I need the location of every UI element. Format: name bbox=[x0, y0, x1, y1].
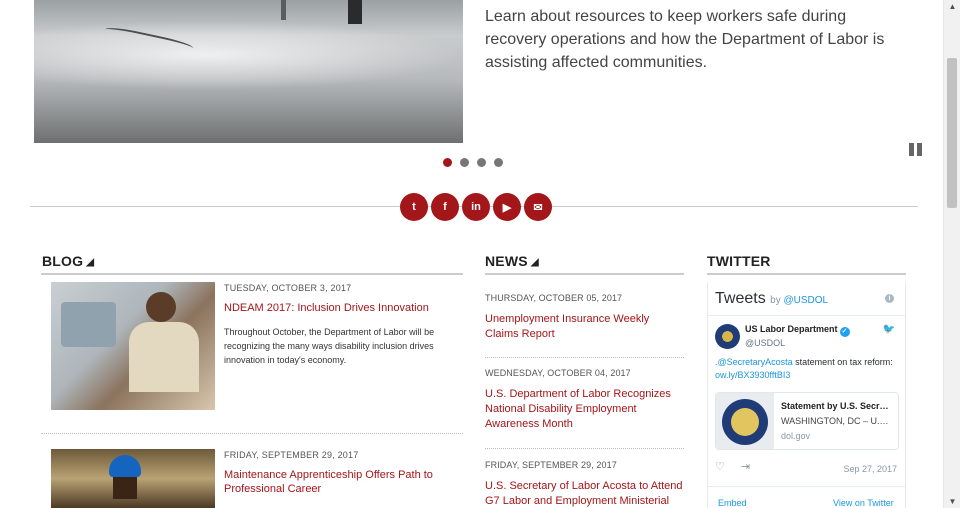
social-share-bar: t f in ▶ ✉ bbox=[400, 193, 552, 221]
blog-post-date: FRIDAY, SEPTEMBER 29, 2017 bbox=[224, 450, 359, 460]
facebook-icon[interactable]: f bbox=[431, 193, 459, 221]
hero-post bbox=[348, 0, 362, 24]
twitter-rule bbox=[707, 273, 906, 275]
share-icon[interactable]: ⇥ bbox=[741, 461, 750, 473]
tweet-author-name-text: US Labor Department bbox=[745, 324, 838, 334]
news-separator bbox=[485, 357, 684, 358]
blog-heading-label: BLOG bbox=[42, 253, 84, 269]
blog-post: TUESDAY, OCTOBER 3, 2017 NDEAM 2017: Inc… bbox=[51, 282, 463, 422]
card-title: Statement by U.S. Secr… bbox=[781, 401, 889, 411]
blog-rule bbox=[41, 273, 463, 275]
blog-heading[interactable]: BLOG ◢ bbox=[42, 253, 94, 269]
blog-post: FRIDAY, SEPTEMBER 29, 2017 Maintenance A… bbox=[51, 449, 463, 508]
card-subtitle: WASHINGTON, DC – U.… bbox=[781, 416, 889, 426]
news-date: THURSDAY, OCTOBER 05, 2017 bbox=[485, 293, 623, 303]
view-on-twitter-link[interactable]: View on Twitter bbox=[833, 498, 894, 508]
news-title[interactable]: U.S. Secretary of Labor Acosta to Attend… bbox=[485, 479, 684, 508]
scroll-down-icon[interactable]: ▼ bbox=[944, 497, 960, 506]
blog-post-title[interactable]: Maintenance Apprenticeship Offers Path t… bbox=[224, 468, 454, 496]
tweet-mention[interactable]: .@SecretaryAcosta bbox=[715, 357, 793, 367]
tweet-author-name[interactable]: US Labor Department ✓ bbox=[745, 324, 850, 337]
blog-post-image[interactable] bbox=[51, 282, 215, 410]
twitter-by-handle[interactable]: @USDOL bbox=[783, 295, 828, 306]
linkedin-icon[interactable]: in bbox=[462, 193, 490, 221]
dol-seal-image bbox=[716, 393, 774, 449]
youtube-icon[interactable]: ▶ bbox=[493, 193, 521, 221]
twitter-bird-icon[interactable]: 🐦 bbox=[883, 324, 895, 335]
person-head-shape bbox=[146, 292, 176, 322]
email-icon[interactable]: ✉ bbox=[524, 193, 552, 221]
page-scrollbar[interactable]: ▲ ▼ bbox=[943, 0, 960, 508]
hero-post bbox=[281, 0, 286, 20]
blog-post-date: TUESDAY, OCTOBER 3, 2017 bbox=[224, 283, 352, 293]
carousel-dot-1[interactable] bbox=[443, 158, 452, 167]
tweet-body: statement on tax reform: bbox=[792, 357, 893, 367]
news-item: THURSDAY, OCTOBER 05, 2017 Unemployment … bbox=[485, 293, 684, 342]
hero-description: Learn about resources to keep workers sa… bbox=[485, 8, 885, 71]
news-title[interactable]: Unemployment Insurance Weekly Claims Rep… bbox=[485, 312, 684, 342]
carousel-dot-4[interactable] bbox=[494, 158, 503, 167]
carousel-dot-2[interactable] bbox=[460, 158, 469, 167]
twitter-by-text: by bbox=[770, 295, 781, 306]
pause-icon bbox=[909, 143, 914, 156]
hardhat-shape bbox=[109, 455, 141, 477]
news-heading-label: NEWS bbox=[485, 253, 528, 269]
news-date: WEDNESDAY, OCTOBER 04, 2017 bbox=[485, 368, 631, 378]
blog-post-title[interactable]: NDEAM 2017: Inclusion Drives Innovation bbox=[224, 301, 454, 315]
scrollbar-thumb[interactable] bbox=[947, 58, 957, 208]
tweet-text: .@SecretaryAcosta statement on tax refor… bbox=[715, 356, 905, 382]
avatar[interactable] bbox=[715, 324, 740, 349]
twitter-footer-rule bbox=[708, 486, 905, 487]
person-head-shape bbox=[113, 477, 137, 499]
news-separator bbox=[485, 448, 684, 449]
carousel-pause-button[interactable] bbox=[909, 143, 923, 156]
twitter-widget-header: Tweets by @USDOL bbox=[715, 290, 828, 308]
person-shape bbox=[129, 322, 199, 392]
blog-post-excerpt: Throughout October, the Department of La… bbox=[224, 327, 435, 365]
news-date: FRIDAY, SEPTEMBER 29, 2017 bbox=[485, 460, 617, 470]
carousel-dots bbox=[443, 158, 503, 167]
blog-post-image[interactable] bbox=[51, 449, 215, 508]
twitter-by-label: by @USDOL bbox=[770, 295, 828, 306]
news-item: FRIDAY, SEPTEMBER 29, 2017 U.S. Secretar… bbox=[485, 460, 684, 508]
rss-icon[interactable]: ◢ bbox=[531, 257, 539, 268]
news-rule bbox=[485, 273, 684, 275]
twitter-heading: TWITTER bbox=[707, 253, 771, 269]
tweet-date[interactable]: Sep 27, 2017 bbox=[843, 464, 897, 474]
hero-image[interactable] bbox=[34, 0, 463, 143]
info-icon[interactable]: i bbox=[885, 294, 894, 303]
verified-icon: ✓ bbox=[839, 327, 850, 337]
pause-icon bbox=[917, 143, 922, 156]
scroll-up-icon[interactable]: ▲ bbox=[944, 2, 960, 11]
tweet-link-card[interactable]: Statement by U.S. Secr… WASHINGTON, DC –… bbox=[715, 392, 899, 450]
hero-mist bbox=[34, 20, 463, 90]
card-domain: dol.gov bbox=[781, 431, 811, 441]
tweet-author-handle[interactable]: @USDOL bbox=[745, 338, 785, 348]
rss-icon[interactable]: ◢ bbox=[86, 257, 94, 268]
twitter-header-rule bbox=[708, 315, 905, 316]
blog-separator bbox=[41, 433, 463, 434]
news-item: WEDNESDAY, OCTOBER 04, 2017 U.S. Departm… bbox=[485, 368, 684, 432]
heart-icon[interactable]: ♡ bbox=[715, 461, 725, 473]
news-title[interactable]: U.S. Department of Labor Recognizes Nati… bbox=[485, 387, 684, 432]
seal-center bbox=[731, 408, 759, 436]
machine-shape bbox=[61, 302, 116, 347]
embed-link[interactable]: Embed bbox=[718, 498, 747, 508]
news-heading[interactable]: NEWS ◢ bbox=[485, 253, 539, 269]
twitter-widget-title: Tweets bbox=[715, 290, 766, 307]
tweet-link[interactable]: ow.ly/BX3930fftBI3 bbox=[715, 370, 790, 380]
tweet-actions: ♡ ⇥ bbox=[715, 460, 766, 473]
carousel-dot-3[interactable] bbox=[477, 158, 486, 167]
twitter-timeline-widget: Tweets by @USDOL i US Labor Department ✓ … bbox=[707, 282, 906, 508]
twitter-icon[interactable]: t bbox=[400, 193, 428, 221]
